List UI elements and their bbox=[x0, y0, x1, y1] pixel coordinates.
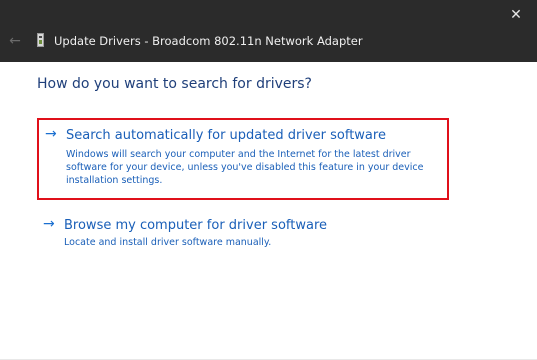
option-title: Search automatically for updated driver … bbox=[66, 128, 386, 143]
option-description: Locate and install driver software manua… bbox=[64, 237, 272, 248]
arrow-right-icon: → bbox=[45, 126, 57, 142]
browse-computer-option[interactable]: → Browse my computer for driver software… bbox=[37, 214, 449, 256]
network-adapter-icon bbox=[37, 33, 44, 47]
page-title: How do you want to search for drivers? bbox=[37, 76, 312, 92]
title-bar: ✕ ← Update Drivers - Broadcom 802.11n Ne… bbox=[0, 0, 537, 62]
close-icon[interactable]: ✕ bbox=[503, 4, 529, 26]
option-description: Windows will search your computer and th… bbox=[66, 149, 424, 186]
option-title: Browse my computer for driver software bbox=[64, 218, 327, 233]
search-automatically-option[interactable]: → Search automatically for updated drive… bbox=[37, 118, 449, 200]
window-title: Update Drivers - Broadcom 802.11n Networ… bbox=[54, 34, 363, 48]
arrow-right-icon: → bbox=[43, 216, 55, 232]
back-arrow-icon[interactable]: ← bbox=[6, 32, 24, 50]
update-drivers-dialog: ✕ ← Update Drivers - Broadcom 802.11n Ne… bbox=[0, 0, 537, 360]
